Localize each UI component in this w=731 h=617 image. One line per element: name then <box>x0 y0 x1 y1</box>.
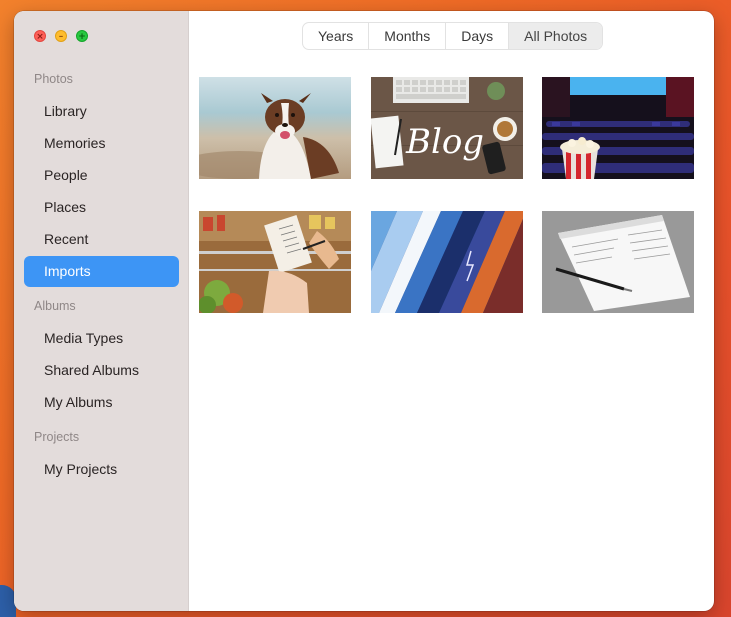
photo-dog-on-beach[interactable] <box>199 77 351 179</box>
sidebar-item-library[interactable]: Library <box>24 96 179 127</box>
weather-photo-image <box>371 211 523 313</box>
photos-window: × – + Photos Library Memories People Pla… <box>14 11 714 611</box>
close-button[interactable]: × <box>34 30 46 42</box>
notepad-photo-image <box>542 211 694 313</box>
sidebar-heading-photos: Photos <box>34 72 73 86</box>
grocery-photo-image <box>199 211 351 313</box>
tab-years[interactable]: Years <box>303 23 370 49</box>
sidebar-item-media-types[interactable]: Media Types <box>24 323 179 354</box>
zoom-button[interactable]: + <box>76 30 88 42</box>
sidebar-item-my-projects[interactable]: My Projects <box>24 454 179 485</box>
sidebar-item-people[interactable]: People <box>24 160 179 191</box>
tab-all-photos[interactable]: All Photos <box>509 23 603 49</box>
sidebar-heading-albums: Albums <box>34 299 76 313</box>
sidebar-heading-projects: Projects <box>34 430 80 444</box>
sidebar-item-memories[interactable]: Memories <box>24 128 179 159</box>
view-segmented-control: Years Months Days All Photos <box>302 22 604 50</box>
window-controls: × – + <box>34 30 88 42</box>
photo-blog-desk[interactable]: Blog <box>371 77 523 179</box>
photo-grocery-list[interactable] <box>199 211 351 313</box>
blog-overlay-text: Blog <box>405 122 484 162</box>
photo-notepad-pen[interactable] <box>542 211 694 313</box>
dog-photo-image <box>199 77 351 179</box>
sidebar-item-imports[interactable]: Imports <box>24 256 179 287</box>
sidebar-item-recent[interactable]: Recent <box>24 224 179 255</box>
sidebar: × – + Photos Library Memories People Pla… <box>14 11 189 611</box>
tab-days[interactable]: Days <box>446 23 510 49</box>
sidebar-item-my-albums[interactable]: My Albums <box>24 387 179 418</box>
cinema-photo-image <box>542 77 694 179</box>
sidebar-item-shared-albums[interactable]: Shared Albums <box>24 355 179 386</box>
tab-months[interactable]: Months <box>369 23 447 49</box>
minimize-button[interactable]: – <box>55 30 67 42</box>
photo-cinema-popcorn[interactable] <box>542 77 694 179</box>
sidebar-item-places[interactable]: Places <box>24 192 179 223</box>
photo-weather-strips[interactable] <box>371 211 523 313</box>
blog-photo-image: Blog <box>371 77 523 179</box>
